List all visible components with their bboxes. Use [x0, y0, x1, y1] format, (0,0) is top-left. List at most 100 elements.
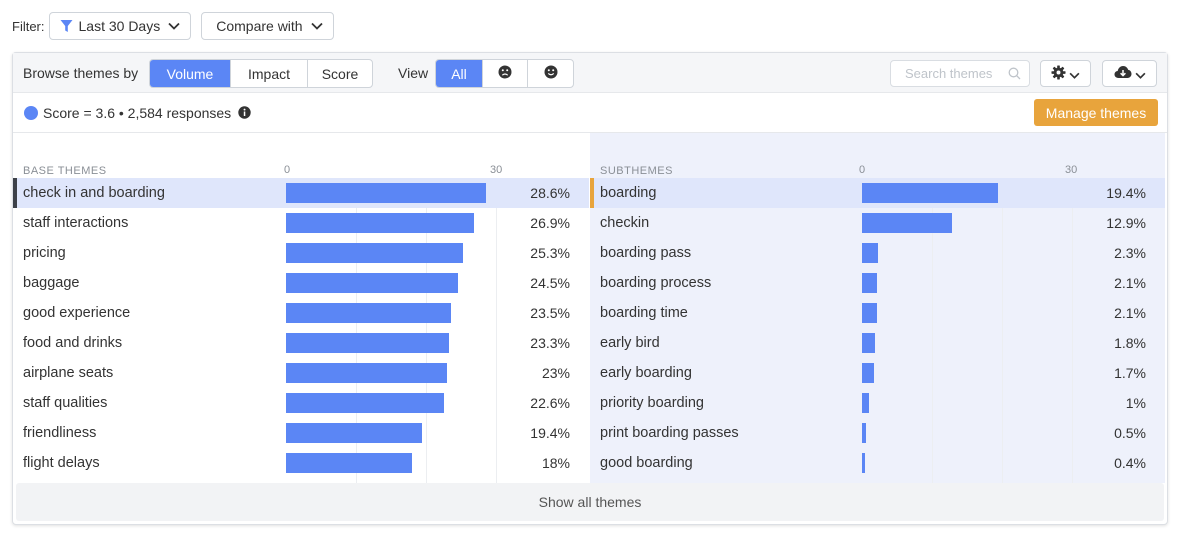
theme-name: early boarding	[600, 365, 692, 381]
manage-themes-button[interactable]: Manage themes	[1034, 99, 1158, 126]
theme-name: pricing	[23, 245, 66, 261]
theme-name: boarding process	[600, 275, 712, 291]
axis-tick-min: 0	[859, 164, 866, 176]
theme-name: baggage	[23, 275, 80, 291]
show-all-themes-button[interactable]: Show all themes	[16, 483, 1164, 521]
view-option-all[interactable]: All	[436, 60, 483, 87]
browse-option-volume[interactable]: Volume	[150, 60, 231, 87]
theme-name: good experience	[23, 305, 131, 321]
theme-name: priority boarding	[600, 395, 704, 411]
theme-percentage: 18%	[541, 455, 570, 471]
volume-bar	[862, 213, 952, 233]
info-icon[interactable]	[238, 106, 251, 122]
theme-percentage: 19.4%	[530, 425, 570, 441]
theme-percentage: 23%	[541, 365, 570, 381]
theme-row[interactable]: early boarding 1.7%	[590, 358, 1165, 388]
browse-segmented-control: Volume Impact Score	[149, 59, 373, 88]
browse-option-impact[interactable]: Impact	[231, 60, 308, 87]
theme-row[interactable]: checkin 12.9%	[590, 208, 1165, 238]
theme-percentage: 1.7%	[1114, 365, 1146, 381]
theme-name: good boarding	[600, 455, 693, 471]
volume-bar	[286, 423, 422, 443]
theme-row[interactable]: boarding time 2.1%	[590, 298, 1165, 328]
theme-percentage: 19.4%	[1106, 185, 1146, 201]
view-option-negative[interactable]	[483, 60, 528, 87]
selected-marker	[590, 178, 594, 208]
bar-track	[286, 448, 496, 478]
filter-bar: Filter: Last 30 Days Compare with	[12, 12, 344, 40]
themes-panel: Browse themes by Volume Impact Score Vie…	[12, 52, 1168, 525]
search-icon	[1008, 67, 1021, 83]
theme-percentage: 2.1%	[1114, 275, 1146, 291]
gear-icon	[1051, 64, 1066, 83]
compare-with-dropdown[interactable]: Compare with	[201, 12, 334, 40]
theme-percentage: 2.1%	[1114, 305, 1146, 321]
theme-percentage: 0.4%	[1114, 455, 1146, 471]
volume-bar	[286, 243, 463, 263]
subthemes-list: SUBTHEMES 0 30 boarding 19.4% checkin 12.9%…	[590, 133, 1165, 483]
theme-name: boarding pass	[600, 245, 692, 261]
theme-row[interactable]: boarding process 2.1%	[590, 268, 1165, 298]
theme-name: early bird	[600, 335, 660, 351]
cloud-download-icon	[1114, 65, 1132, 82]
theme-row[interactable]: priority boarding 1%	[590, 388, 1165, 418]
volume-bar	[286, 333, 449, 353]
theme-row[interactable]: good boarding 0.4%	[590, 448, 1165, 478]
bar-track	[286, 358, 496, 388]
theme-row[interactable]: pricing 25.3%	[13, 238, 589, 268]
theme-percentage: 2.3%	[1114, 245, 1146, 261]
settings-button[interactable]	[1040, 60, 1091, 87]
sad-face-icon	[498, 65, 512, 82]
volume-bar	[862, 333, 875, 353]
bar-track	[862, 328, 1072, 358]
date-range-dropdown[interactable]: Last 30 Days	[48, 12, 192, 40]
bar-track	[862, 268, 1072, 298]
score-summary-text: Score = 3.6 • 2,584 responses	[43, 105, 232, 121]
bar-track	[286, 208, 496, 238]
volume-bar	[862, 273, 877, 293]
volume-bar	[862, 243, 878, 263]
theme-percentage: 23.5%	[530, 305, 570, 321]
chevron-down-icon	[1069, 66, 1080, 82]
theme-row[interactable]: friendliness 19.4%	[13, 418, 589, 448]
base-themes-list: BASE THEMES 0 30 check in and boarding 28…	[13, 133, 589, 483]
search-input[interactable]	[891, 61, 1001, 86]
theme-name: boarding	[600, 185, 657, 201]
theme-row[interactable]: good experience 23.5%	[13, 298, 589, 328]
bar-track	[286, 178, 496, 208]
theme-name: staff qualities	[23, 395, 108, 411]
view-label: View	[398, 65, 429, 81]
theme-row[interactable]: boarding pass 2.3%	[590, 238, 1165, 268]
theme-row[interactable]: boarding 19.4%	[590, 178, 1165, 208]
bar-track	[862, 448, 1072, 478]
browse-option-score[interactable]: Score	[308, 60, 372, 87]
volume-bar	[862, 363, 874, 383]
theme-row[interactable]: food and drinks 23.3%	[13, 328, 589, 358]
theme-percentage: 28.6%	[530, 185, 570, 201]
theme-percentage: 1%	[1125, 395, 1146, 411]
volume-bar	[286, 273, 458, 293]
theme-row[interactable]: check in and boarding 28.6%	[13, 178, 589, 208]
export-button[interactable]	[1102, 60, 1157, 87]
theme-row[interactable]: baggage 24.5%	[13, 268, 589, 298]
theme-row[interactable]: early bird 1.8%	[590, 328, 1165, 358]
theme-row[interactable]: flight delays 18%	[13, 448, 589, 478]
theme-row[interactable]: print boarding passes 0.5%	[590, 418, 1165, 448]
theme-row[interactable]: staff qualities 22.6%	[13, 388, 589, 418]
volume-bar	[286, 183, 486, 203]
bar-track	[862, 388, 1072, 418]
theme-percentage: 25.3%	[530, 245, 570, 261]
bar-track	[862, 178, 1072, 208]
volume-bar	[286, 363, 447, 383]
bar-track	[286, 418, 496, 448]
theme-row[interactable]: staff interactions 26.9%	[13, 208, 589, 238]
bar-track	[862, 298, 1072, 328]
theme-name: checkin	[600, 215, 650, 231]
view-option-positive[interactable]	[528, 60, 573, 87]
theme-percentage: 22.6%	[530, 395, 570, 411]
compare-with-label: Compare with	[216, 18, 303, 34]
theme-name: friendliness	[23, 425, 97, 441]
theme-row[interactable]: airplane seats 23%	[13, 358, 589, 388]
bar-track	[862, 238, 1072, 268]
date-range-label: Last 30 Days	[78, 18, 161, 34]
